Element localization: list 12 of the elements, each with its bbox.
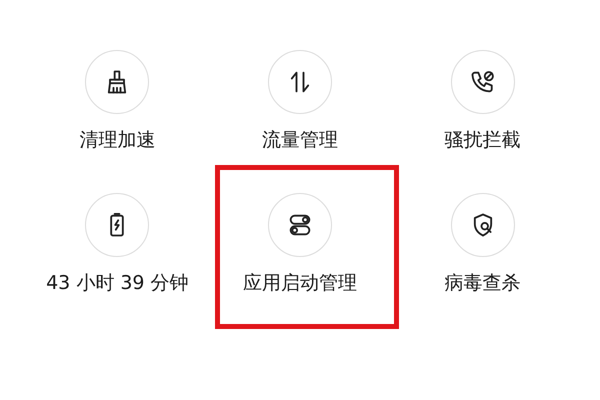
tool-label: 清理加速 xyxy=(79,128,156,153)
tool-label: 病毒查杀 xyxy=(444,270,521,296)
tool-button[interactable] xyxy=(450,192,515,256)
tool-label: 应用启动管理 xyxy=(242,270,357,296)
tool-button[interactable] xyxy=(450,50,515,114)
tool-button[interactable] xyxy=(85,192,150,256)
tool-button[interactable] xyxy=(268,50,332,114)
tool-button[interactable] xyxy=(85,50,150,114)
tool-label: 骚扰拦截 xyxy=(444,128,521,153)
tool-label: 流量管理 xyxy=(262,128,338,153)
tool-label: 43 小时 39 分钟 xyxy=(46,270,189,296)
tool-button[interactable] xyxy=(268,192,332,256)
